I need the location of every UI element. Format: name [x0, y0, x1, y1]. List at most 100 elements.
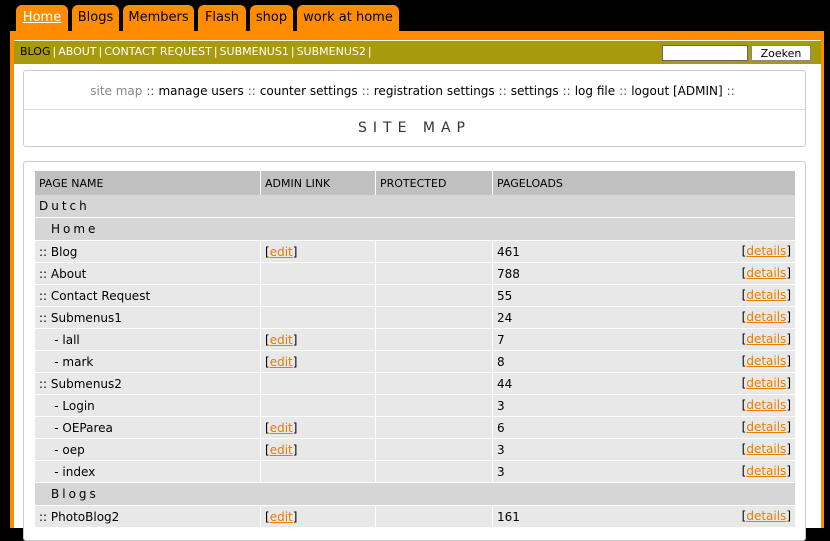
tab-flash[interactable]: Flash — [198, 5, 246, 33]
section-row: Blogs — [35, 482, 796, 506]
protected-cell — [375, 372, 493, 395]
details-link[interactable]: details — [746, 442, 786, 456]
pageloads-cell: 3 [details] — [492, 438, 796, 461]
subnav-blog[interactable]: BLOG — [20, 45, 50, 58]
details-link[interactable]: details — [746, 332, 786, 346]
details-wrapper: [details] — [741, 420, 791, 434]
admin-header-box: site map:: manage users:: counter settings… — [23, 70, 806, 147]
admin-link-cell: [edit] — [260, 240, 376, 263]
table-row: - mark [edit] 8 [details] — [35, 350, 796, 373]
admin-link-cell — [260, 394, 376, 417]
pageloads-cell: 3 [details] — [492, 394, 796, 417]
page-name-cell: - lall — [35, 328, 261, 351]
pageloads-cell: 24 [details] — [492, 306, 796, 329]
details-link[interactable]: details — [746, 310, 786, 324]
admin-link-settings[interactable]: settings — [511, 84, 559, 98]
tab-home[interactable]: Home — [16, 5, 68, 33]
subnav-separator: | — [98, 45, 103, 58]
language-label: Dutch — [35, 195, 796, 218]
pageloads-value: 55 — [497, 288, 513, 303]
search-input[interactable] — [662, 45, 748, 61]
sitemap-table-body: Dutch Home:: Blog [edit] 461 [details]:: Abo… — [35, 195, 796, 528]
table-header-row: PAGE NAME ADMIN LINK PROTECTED PAGELOADS — [35, 171, 796, 195]
protected-cell — [375, 350, 493, 373]
protected-cell — [375, 284, 493, 307]
protected-cell — [375, 438, 493, 461]
pageloads-value: 3 — [497, 442, 505, 457]
admin-separator: :: — [498, 84, 507, 98]
language-row: Dutch — [35, 195, 796, 218]
subnav-submenus1[interactable]: SUBMENUS1 — [220, 45, 289, 58]
admin-link-cell — [260, 262, 376, 285]
tab-work-at-home[interactable]: work at home — [297, 5, 399, 33]
subnav-submenus2[interactable]: SUBMENUS2 — [297, 45, 366, 58]
table-row: :: PhotoBlog2 [edit] 161 [details] — [35, 505, 796, 528]
edit-link[interactable]: edit — [270, 245, 293, 259]
admin-separator: :: — [146, 84, 155, 98]
section-label: Home — [35, 217, 796, 241]
subnav-separator: | — [367, 45, 372, 58]
details-link[interactable]: details — [746, 509, 786, 523]
tab-blogs[interactable]: Blogs — [72, 5, 119, 33]
pageloads-cell: 161 [details] — [492, 505, 796, 528]
details-link[interactable]: details — [746, 420, 786, 434]
pageloads-value: 3 — [497, 398, 505, 413]
pageloads-cell: 7 [details] — [492, 328, 796, 351]
table-row: :: Blog [edit] 461 [details] — [35, 240, 796, 263]
tab-members[interactable]: Members — [123, 5, 194, 33]
table-row: - Login 3 [details] — [35, 394, 796, 417]
sitemap-table: PAGE NAME ADMIN LINK PROTECTED PAGELOADS… — [35, 171, 796, 528]
header-divider — [24, 109, 805, 110]
protected-cell — [375, 394, 493, 417]
admin-link-cell — [260, 372, 376, 395]
content-area: site map:: manage users:: counter settings… — [14, 64, 821, 541]
subnav-separator: | — [52, 45, 57, 58]
pageloads-cell: 55 [details] — [492, 284, 796, 307]
protected-cell — [375, 328, 493, 351]
admin-link-manage-users[interactable]: manage users — [158, 84, 243, 98]
details-link[interactable]: details — [746, 398, 786, 412]
pageloads-value: 3 — [497, 464, 505, 479]
details-link[interactable]: details — [746, 288, 786, 302]
details-link[interactable]: details — [746, 376, 786, 390]
admin-link-cell: [edit] — [260, 416, 376, 439]
admin-link-registration-settings[interactable]: registration settings — [374, 84, 495, 98]
admin-link-logout[interactable]: logout [ADMIN] — [631, 84, 722, 98]
edit-link[interactable]: edit — [270, 355, 293, 369]
page-name-cell: - oep — [35, 438, 261, 461]
details-link[interactable]: details — [746, 244, 786, 258]
page-name-cell: :: Submenus1 — [35, 306, 261, 329]
edit-link[interactable]: edit — [270, 510, 293, 524]
details-wrapper: [details] — [741, 509, 791, 523]
subnav-about[interactable]: ABOUT — [58, 45, 96, 58]
protected-cell — [375, 240, 493, 263]
admin-link-counter-settings[interactable]: counter settings — [260, 84, 358, 98]
details-link[interactable]: details — [746, 464, 786, 478]
admin-link-cell: [edit] — [260, 328, 376, 351]
page-name-cell: - OEParea — [35, 416, 261, 439]
table-row: - index 3 [details] — [35, 460, 796, 483]
protected-cell — [375, 306, 493, 329]
pageloads-cell: 44 [details] — [492, 372, 796, 395]
pageloads-value: 8 — [497, 354, 505, 369]
pageloads-cell: 6 [details] — [492, 416, 796, 439]
details-link[interactable]: details — [746, 266, 786, 280]
main-tab-bar: Home Blogs Members Flash shop work at ho… — [0, 0, 830, 33]
admin-link-log-file[interactable]: log file — [575, 84, 615, 98]
details-wrapper: [details] — [741, 442, 791, 456]
admin-link-cell — [260, 306, 376, 329]
table-row: - OEParea [edit] 6 [details] — [35, 416, 796, 439]
tab-shop[interactable]: shop — [250, 5, 293, 33]
pageloads-value: 7 — [497, 332, 505, 347]
subnav-contact-request[interactable]: CONTACT REQUEST — [104, 45, 212, 58]
edit-link[interactable]: edit — [270, 421, 293, 435]
section-label: Blogs — [35, 482, 796, 506]
details-link[interactable]: details — [746, 354, 786, 368]
edit-link[interactable]: edit — [270, 443, 293, 457]
search-button[interactable]: Zoeken — [751, 45, 811, 61]
edit-link[interactable]: edit — [270, 333, 293, 347]
column-header-admin-link: ADMIN LINK — [260, 171, 376, 195]
page-name-cell: :: Submenus2 — [35, 372, 261, 395]
page-name-cell: - mark — [35, 350, 261, 373]
admin-link-site-map[interactable]: site map — [90, 84, 142, 98]
